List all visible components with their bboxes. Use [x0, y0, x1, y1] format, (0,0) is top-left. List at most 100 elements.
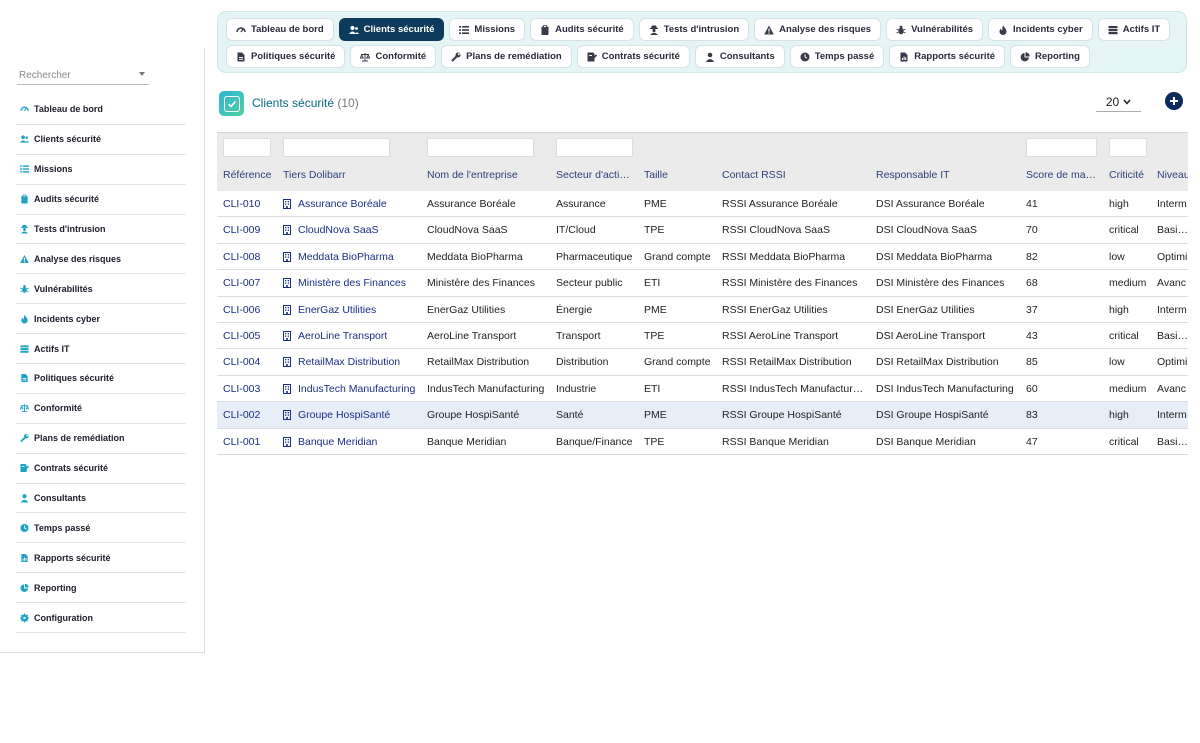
tiers-link[interactable]: Ministère des Finances	[283, 270, 406, 296]
tab-clients-securite[interactable]: Clients sécurité	[338, 18, 445, 41]
clock-icon	[20, 523, 29, 532]
column-header-taille[interactable]: Taille	[644, 169, 668, 181]
tiers-link[interactable]: Groupe HospiSanté	[283, 402, 390, 428]
column-filter-input[interactable]	[223, 138, 271, 157]
sidebar-item-missions[interactable]: Missions	[16, 155, 186, 185]
search-select[interactable]	[17, 65, 149, 85]
sidebar-item-incidents-cyber[interactable]: Incidents cyber	[16, 304, 186, 335]
list-icon	[459, 25, 470, 35]
column-header-contact-rssi[interactable]: Contact RSSI	[722, 169, 786, 181]
reference-link[interactable]: CLI-006	[223, 297, 260, 323]
table-row[interactable]: CLI-001 Banque Meridian Banque Meridian Ban…	[217, 429, 1188, 454]
add-client-button[interactable]	[1165, 92, 1183, 110]
sidebar-item-conformite[interactable]: Conformité	[16, 394, 186, 424]
sidebar-item-clients-securite[interactable]: Clients sécurité	[16, 125, 186, 155]
column-header-nom-de-l-entreprise[interactable]: Nom de l'entreprise	[427, 169, 518, 181]
column-header-niveau[interactable]: Niveau	[1157, 169, 1188, 181]
tab-actifs-it[interactable]: Actifs IT	[1097, 18, 1171, 41]
sidebar-item-temps-passe[interactable]: Temps passé	[16, 513, 186, 544]
per-page-value: 20	[1105, 94, 1120, 109]
sidebar-item-label: Incidents cyber	[34, 313, 101, 324]
tiers-link[interactable]: Meddata BioPharma	[283, 244, 394, 270]
tiers-link[interactable]: RetailMax Distribution	[283, 349, 400, 375]
tab-rapports-securite[interactable]: Rapports sécurité	[889, 45, 1006, 68]
tab-audits-securite[interactable]: Audits sécurité	[530, 18, 634, 41]
sidebar-item-contrats-securite[interactable]: Contrats sécurité	[16, 454, 186, 484]
sidebar-item-actifs-it[interactable]: Actifs IT	[16, 334, 186, 365]
sidebar-item-label: Consultants	[34, 493, 87, 504]
column-filter-input[interactable]	[1026, 138, 1097, 157]
reference-link[interactable]: CLI-010	[223, 191, 260, 217]
tab-reporting[interactable]: Reporting	[1010, 45, 1090, 68]
sidebar-item-politiques-securite[interactable]: Politiques sécurité	[16, 364, 186, 394]
tab-contrats-securite[interactable]: Contrats sécurité	[576, 45, 690, 68]
tiers-link[interactable]: Banque Meridian	[283, 429, 378, 454]
cell-nom-de-l-entreprise: Assurance Boréale	[427, 198, 516, 210]
column-header-secteur-d-acti[interactable]: Secteur d'acti…	[556, 169, 630, 181]
file-icon	[20, 374, 29, 383]
column-filter-input[interactable]	[283, 138, 390, 157]
tab-incidents-cyber[interactable]: Incidents cyber	[988, 18, 1093, 41]
column-header-tiers-dolibarr[interactable]: Tiers Dolibarr	[283, 169, 346, 181]
sidebar-item-tests-d-intrusion[interactable]: Tests d'intrusion	[16, 215, 186, 245]
column-header-criticite[interactable]: Criticité	[1109, 169, 1144, 181]
table-row[interactable]: CLI-009 CloudNova SaaS CloudNova SaaS IT/Cl…	[217, 217, 1188, 244]
tab-conformite[interactable]: Conformité	[350, 45, 437, 68]
tiers-name: Banque Meridian	[298, 435, 378, 448]
table-row[interactable]: CLI-010 Assurance Boréale Assurance Boréal…	[217, 191, 1188, 218]
tab-consultants[interactable]: Consultants	[694, 45, 785, 68]
table-row[interactable]: CLI-002 Groupe HospiSanté Groupe HospiSant…	[217, 402, 1188, 429]
reference-link[interactable]: CLI-002	[223, 402, 260, 428]
cell-score-de-ma: 37	[1026, 303, 1038, 316]
cell-niveau: Basiqu	[1157, 435, 1188, 448]
sidebar-item-vulnerabilites[interactable]: Vulnérabilités	[16, 274, 186, 305]
tab-tableau-de-bord[interactable]: Tableau de bord	[226, 18, 334, 41]
reference-link[interactable]: CLI-008	[223, 244, 260, 270]
cell-secteur-d-acti: Santé	[556, 409, 584, 422]
column-filter-input[interactable]	[556, 138, 633, 157]
sidebar-item-consultants[interactable]: Consultants	[16, 484, 186, 514]
column-header-reference[interactable]: Référence	[223, 169, 271, 181]
sidebar-item-tableau-de-bord[interactable]: Tableau de bord	[16, 95, 186, 125]
tab-politiques-securite[interactable]: Politiques sécurité	[226, 45, 346, 68]
tiers-link[interactable]: IndusTech Manufacturing	[283, 376, 415, 402]
table-row[interactable]: CLI-003 IndusTech Manufacturing IndusTech …	[217, 376, 1188, 403]
reference-link[interactable]: CLI-004	[223, 349, 260, 375]
sidebar-item-reporting[interactable]: Reporting	[16, 573, 186, 604]
tab-temps-passe[interactable]: Temps passé	[789, 45, 885, 68]
tab-tests-d-intrusion[interactable]: Tests d'intrusion	[638, 18, 750, 41]
building-icon	[283, 251, 291, 262]
tiers-link[interactable]: CloudNova SaaS	[283, 217, 379, 243]
table-row[interactable]: CLI-007 Ministère des Finances Ministère d…	[217, 270, 1188, 297]
table-row[interactable]: CLI-006 EnerGaz Utilities EnerGaz Utilitie…	[217, 297, 1188, 323]
table-row[interactable]: CLI-005 AeroLine Transport AeroLine Transp…	[217, 323, 1188, 350]
reference-link[interactable]: CLI-005	[223, 323, 260, 349]
table-row[interactable]: CLI-008 Meddata BioPharma Meddata BioPharm…	[217, 244, 1188, 271]
sidebar-item-configuration[interactable]: Configuration	[16, 603, 186, 634]
search-input[interactable]	[17, 66, 132, 85]
column-header-responsable-it[interactable]: Responsable IT	[876, 169, 950, 181]
building-icon	[283, 330, 291, 341]
tiers-link[interactable]: EnerGaz Utilities	[283, 297, 376, 323]
tiers-link[interactable]: Assurance Boréale	[283, 191, 387, 217]
per-page-select[interactable]: 20	[1096, 92, 1141, 112]
sidebar-item-rapports-securite[interactable]: Rapports sécurité	[16, 543, 186, 574]
tiers-link[interactable]: AeroLine Transport	[283, 323, 387, 349]
reference-link[interactable]: CLI-007	[223, 270, 260, 296]
column-filter-input[interactable]	[1109, 138, 1147, 157]
chevron-down-icon[interactable]	[139, 72, 145, 76]
tab-plans-de-remediation[interactable]: Plans de remédiation	[441, 45, 572, 68]
table-row[interactable]: CLI-004 RetailMax Distribution RetailMax D…	[217, 349, 1188, 376]
tab-vulnerabilites[interactable]: Vulnérabilités	[886, 18, 984, 41]
sidebar-item-plans-de-remediation[interactable]: Plans de remédiation	[16, 424, 186, 454]
cell-secteur-d-acti: Distribution	[556, 356, 609, 369]
column-filter-input[interactable]	[427, 138, 534, 157]
reference-link[interactable]: CLI-001	[223, 429, 260, 454]
reference-link[interactable]: CLI-003	[223, 376, 260, 402]
reference-link[interactable]: CLI-009	[223, 217, 260, 243]
tab-analyse-des-risques[interactable]: Analyse des risques	[754, 18, 882, 41]
sidebar-item-audits-securite[interactable]: Audits sécurité	[16, 185, 186, 215]
column-header-score-de-ma[interactable]: Score de ma…	[1026, 169, 1096, 181]
tab-missions[interactable]: Missions	[449, 18, 526, 41]
sidebar-item-analyse-des-risques[interactable]: Analyse des risques	[16, 244, 186, 275]
